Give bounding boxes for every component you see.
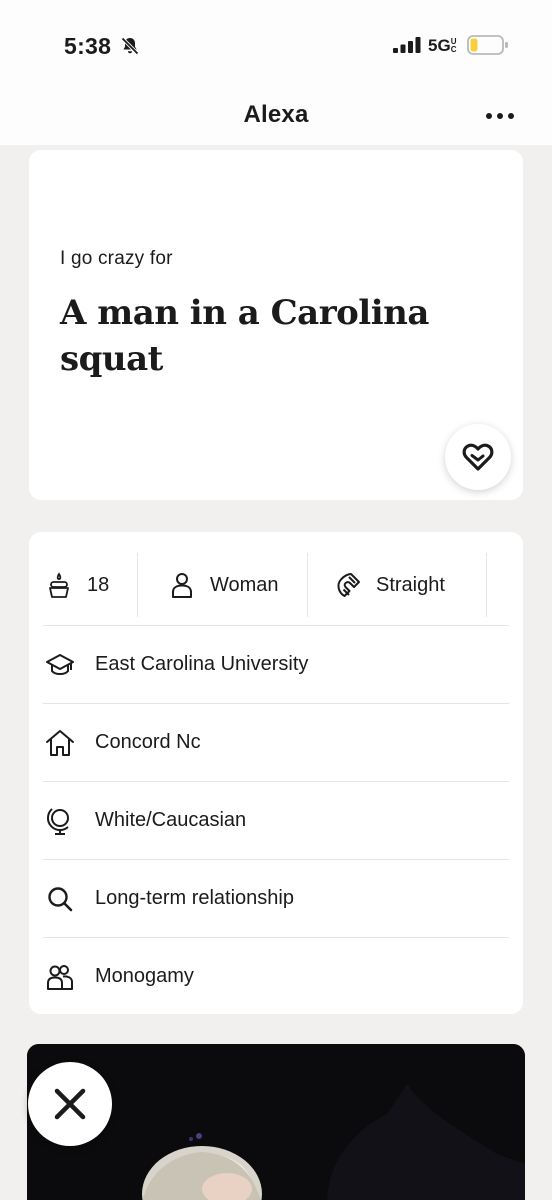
person-icon <box>172 573 192 598</box>
network-label: 5G <box>428 36 451 55</box>
relationship-type-label: Monogamy <box>95 965 194 987</box>
network-indicator: 5GUC <box>428 36 459 56</box>
magnet-icon <box>337 573 360 597</box>
bell-slash-icon <box>121 37 139 55</box>
house-icon <box>46 729 74 756</box>
dismiss-button[interactable] <box>28 1062 112 1146</box>
info-list: East Carolina University Concord Nc Whit… <box>43 625 509 1015</box>
signal-bars-icon <box>393 37 421 53</box>
globe-icon <box>46 807 69 835</box>
like-button[interactable] <box>445 424 511 490</box>
info-row-hometown: Concord Nc <box>43 703 509 781</box>
info-row-looking-for: Long-term relationship <box>43 859 509 937</box>
info-row-school: East Carolina University <box>43 625 509 703</box>
people-icon <box>47 964 73 990</box>
vital-orientation: Straight <box>307 553 487 617</box>
heart-icon <box>462 443 494 471</box>
vital-age: 18 <box>43 553 137 617</box>
ethnicity-label: White/Caucasian <box>95 809 247 831</box>
birthday-cake-icon <box>49 572 69 598</box>
school-label: East Carolina University <box>95 653 309 675</box>
status-time: 5:38 <box>64 33 112 59</box>
info-row-relationship-type: Monogamy <box>43 937 509 1015</box>
prompt-card: I go crazy for A man in a Carolina squat <box>29 150 523 500</box>
prompt-answer: A man in a Carolina squat <box>60 293 429 379</box>
looking-for-label: Long-term relationship <box>95 887 294 909</box>
network-suffix: UC <box>450 37 457 54</box>
prompt-question: I go crazy for <box>60 248 173 269</box>
orientation-value: Straight <box>376 573 445 596</box>
vital-gender: Woman <box>137 553 307 617</box>
close-x-icon <box>54 1088 86 1120</box>
magnifier-icon <box>48 886 73 911</box>
profile-name-title: Alexa <box>243 101 309 128</box>
gender-value: Woman <box>210 573 279 596</box>
info-row-ethnicity: White/Caucasian <box>43 781 509 859</box>
hometown-label: Concord Nc <box>95 731 201 753</box>
ellipsis-icon[interactable] <box>482 104 518 128</box>
graduation-cap-icon <box>46 653 74 675</box>
top-bar: 5:38 5GUC Alexa <box>0 0 552 145</box>
battery-low-icon <box>467 35 508 55</box>
profile-info-card: 18 Woman Straight East Carolina Universi… <box>29 532 523 1014</box>
age-value: 18 <box>87 573 110 596</box>
vitals-row: 18 Woman Straight <box>43 546 509 624</box>
